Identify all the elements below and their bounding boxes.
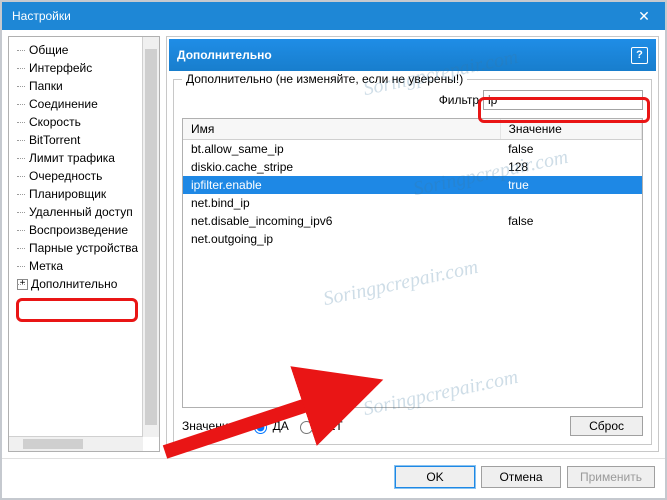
tree-item[interactable]: Интерфейс xyxy=(13,59,159,77)
expand-icon[interactable]: + xyxy=(17,279,28,290)
radio-no[interactable]: НЕТ xyxy=(295,418,343,434)
tree-item[interactable]: Удаленный доступ xyxy=(13,203,159,221)
apply-button[interactable]: Применить xyxy=(567,466,655,488)
tree-item[interactable]: BitTorrent xyxy=(13,131,159,149)
filter-label: Фильтр xyxy=(439,93,479,107)
cancel-button[interactable]: Отмена xyxy=(481,466,561,488)
tree-item[interactable]: Парные устройства xyxy=(13,239,159,257)
tree-item[interactable]: Метка xyxy=(13,257,159,275)
tree-item[interactable]: Воспроизведение xyxy=(13,221,159,239)
tree-item[interactable]: Общие xyxy=(13,41,159,59)
tree-item[interactable]: Соединение xyxy=(13,95,159,113)
category-tree[interactable]: ОбщиеИнтерфейсПапкиСоединениеСкоростьBit… xyxy=(8,36,160,452)
tree-item[interactable]: Скорость xyxy=(13,113,159,131)
advanced-group: Дополнительно (не изменяйте, если не уве… xyxy=(173,79,652,445)
table-row[interactable]: net.outgoing_ip xyxy=(183,230,642,248)
col-name[interactable]: Имя xyxy=(183,119,500,140)
filter-input[interactable] xyxy=(483,90,643,110)
settings-table[interactable]: Имя Значение bt.allow_same_ipfalsediskio… xyxy=(182,118,643,408)
close-button[interactable]: ✕ xyxy=(623,2,665,30)
value-label: Значение: xyxy=(182,419,239,433)
group-title: Дополнительно (не изменяйте, если не уве… xyxy=(182,72,467,86)
ok-button[interactable]: OK xyxy=(395,466,475,488)
table-row[interactable]: ipfilter.enabletrue xyxy=(183,176,642,194)
vscrollbar[interactable] xyxy=(142,37,159,437)
hscrollbar[interactable] xyxy=(9,436,143,451)
panel-header: Дополнительно ? xyxy=(169,39,656,71)
panel-title: Дополнительно xyxy=(177,48,272,62)
col-value[interactable]: Значение xyxy=(500,119,641,140)
tree-item[interactable]: Лимит трафика xyxy=(13,149,159,167)
close-icon: ✕ xyxy=(638,8,650,25)
value-radio-group: ДА НЕТ xyxy=(249,418,343,434)
advanced-panel: Дополнительно ? Дополнительно (не изменя… xyxy=(166,36,659,452)
radio-yes[interactable]: ДА xyxy=(249,418,289,434)
tree-item[interactable]: Очередность xyxy=(13,167,159,185)
table-row[interactable]: bt.allow_same_ipfalse xyxy=(183,140,642,159)
titlebar: Настройки ✕ xyxy=(2,2,665,30)
tree-item[interactable]: Планировщик xyxy=(13,185,159,203)
tree-item-advanced[interactable]: +Дополнительно xyxy=(13,275,159,293)
help-icon[interactable]: ? xyxy=(631,47,648,64)
table-row[interactable]: diskio.cache_stripe128 xyxy=(183,158,642,176)
window-title: Настройки xyxy=(12,9,71,23)
dialog-buttons: OK Отмена Применить xyxy=(2,458,665,494)
tree-item[interactable]: Папки xyxy=(13,77,159,95)
reset-button[interactable]: Сброс xyxy=(570,416,643,436)
table-row[interactable]: net.bind_ip xyxy=(183,194,642,212)
table-row[interactable]: net.disable_incoming_ipv6false xyxy=(183,212,642,230)
